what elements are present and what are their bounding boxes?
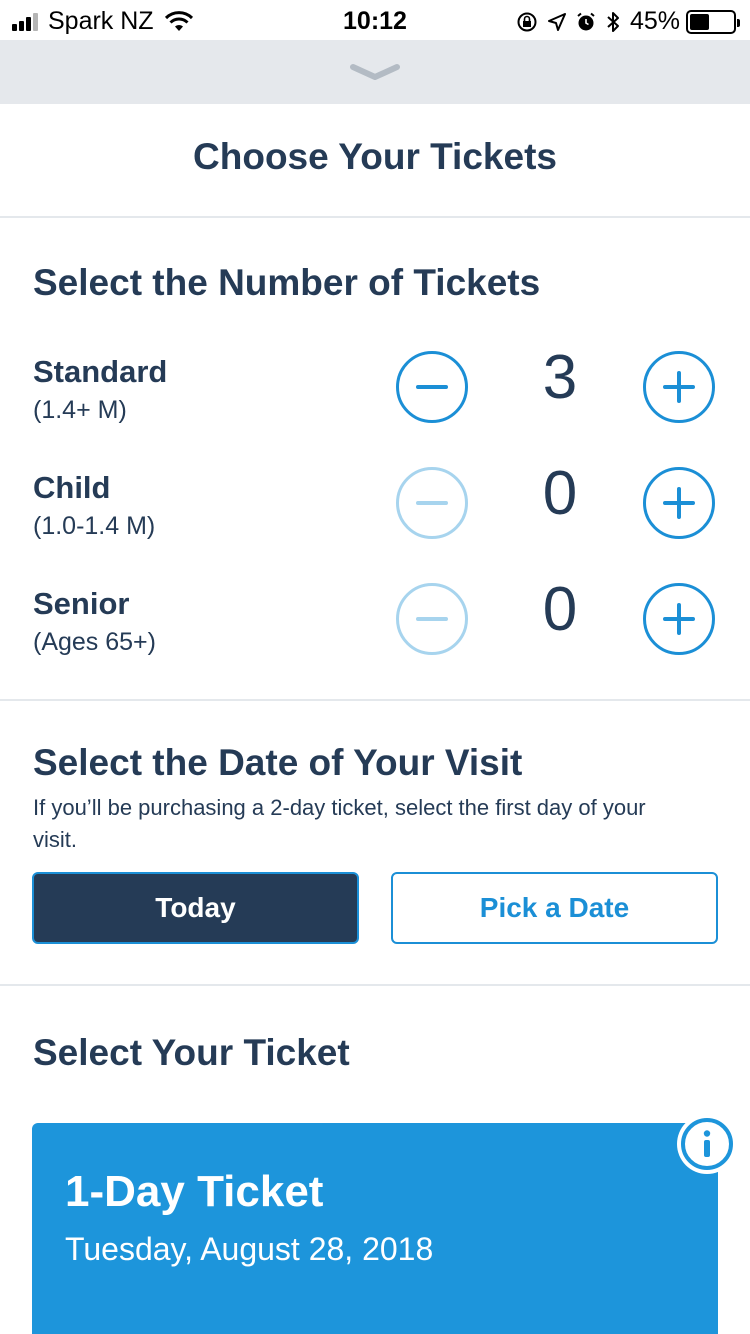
- increment-button[interactable]: [643, 351, 715, 423]
- ticket-type-sub: (1.0-1.4 M): [33, 512, 156, 540]
- chevron-down-icon[interactable]: [350, 62, 400, 82]
- ticket-row-standard: Standard (1.4+ M) 3: [0, 343, 750, 444]
- increment-button[interactable]: [643, 583, 715, 655]
- ticket-card-title: 1-Day Ticket: [65, 1167, 324, 1216]
- ticket-type-label: Child: [33, 470, 111, 505]
- minus-icon: [416, 617, 448, 621]
- pick-a-date-button[interactable]: Pick a Date: [391, 872, 718, 944]
- divider: [0, 984, 750, 986]
- ticket-count: 0: [542, 575, 578, 644]
- plus-icon: [663, 487, 695, 519]
- divider: [0, 699, 750, 701]
- info-icon[interactable]: [677, 1114, 737, 1174]
- sheet-handle-bar[interactable]: [0, 40, 750, 104]
- status-bar: Spark NZ 10:12 45%: [0, 0, 750, 40]
- ticket-type-label: Standard: [33, 354, 168, 389]
- plus-icon: [663, 603, 695, 635]
- decrement-button[interactable]: [396, 467, 468, 539]
- ticket-count: 0: [542, 459, 578, 528]
- battery-tip: [737, 18, 740, 27]
- date-note: If you’ll be purchasing a 2-day ticket, …: [33, 795, 646, 852]
- ticket-row-child: Child (1.0-1.4 M) 0: [0, 459, 750, 560]
- location-icon: [547, 12, 566, 31]
- decrement-button[interactable]: [396, 583, 468, 655]
- page-title: Choose Your Tickets: [193, 136, 557, 177]
- minus-icon: [416, 501, 448, 505]
- battery-percent: 45%: [629, 7, 680, 35]
- battery-icon: [686, 9, 740, 34]
- ticket-type-sub: (1.4+ M): [33, 396, 127, 424]
- section-title-ticket: Select Your Ticket: [33, 1032, 350, 1073]
- minus-icon: [416, 385, 448, 389]
- today-button[interactable]: Today: [32, 872, 359, 944]
- section-title-number: Select the Number of Tickets: [33, 262, 541, 303]
- ticket-count: 3: [542, 343, 578, 412]
- decrement-button[interactable]: [396, 351, 468, 423]
- orientation-lock-icon: [516, 11, 538, 33]
- ticket-row-senior: Senior (Ages 65+) 0: [0, 575, 750, 676]
- plus-icon: [663, 371, 695, 403]
- ticket-card-date: Tuesday, August 28, 2018: [65, 1231, 434, 1267]
- increment-button[interactable]: [643, 467, 715, 539]
- ticket-type-sub: (Ages 65+): [33, 628, 156, 656]
- bluetooth-icon: [606, 11, 620, 33]
- battery-level: [690, 13, 709, 30]
- alarm-icon: [576, 12, 596, 32]
- ticket-card-1-day[interactable]: 1-Day Ticket Tuesday, August 28, 2018: [32, 1123, 718, 1334]
- status-right: 45%: [516, 7, 740, 36]
- section-title-date: Select the Date of Your Visit: [33, 742, 523, 783]
- ticket-type-label: Senior: [33, 586, 130, 621]
- divider: [0, 216, 750, 218]
- info-glyph: [681, 1118, 733, 1170]
